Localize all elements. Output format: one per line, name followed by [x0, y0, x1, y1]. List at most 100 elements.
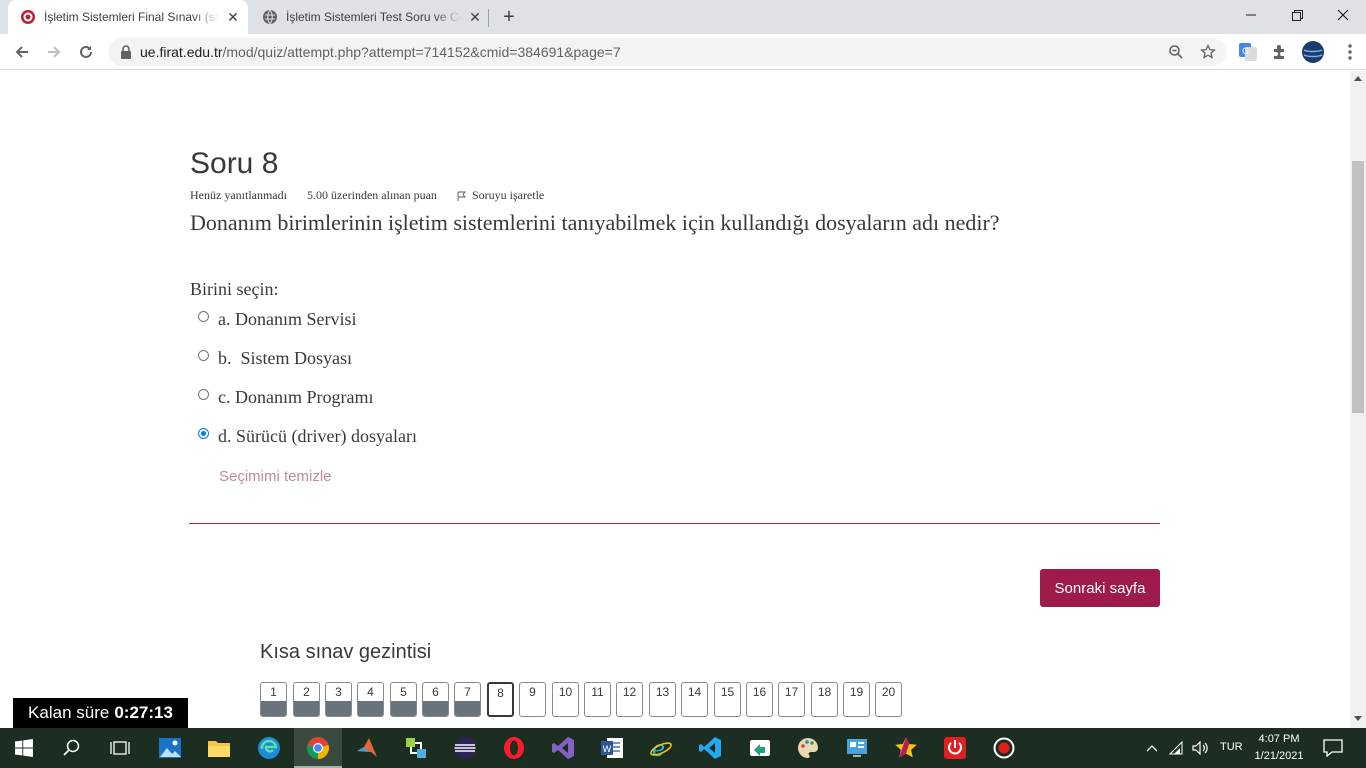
answer-label-d[interactable]: d. Sürücü (driver) dosyaları — [218, 426, 417, 447]
answer-option-c[interactable]: c. Donanım Programı — [198, 385, 373, 409]
menu-kebab-icon[interactable] — [1340, 42, 1360, 62]
svg-text:G: G — [1242, 47, 1249, 57]
new-tab-button[interactable]: + — [498, 6, 520, 28]
quiz-nav-page-8[interactable]: 8 — [487, 682, 514, 717]
power-app-icon[interactable] — [943, 736, 967, 760]
task-view-icon[interactable] — [108, 736, 132, 760]
restore-icon[interactable] — [1274, 0, 1320, 30]
opera-icon[interactable] — [502, 736, 526, 760]
quiz-nav-page-number: 12 — [622, 685, 637, 699]
address-bar[interactable]: ue.firat.edu.tr/mod/quiz/attempt.php?att… — [108, 38, 1226, 66]
answer-label-b[interactable]: b. Sistem Dosyası — [218, 348, 352, 369]
wifi-icon[interactable] — [1168, 736, 1188, 760]
quiz-nav-page-12[interactable]: 12 — [616, 682, 643, 717]
quiz-nav-page-number: 5 — [400, 685, 407, 699]
star-app-icon[interactable] — [894, 736, 918, 760]
quiz-nav-page-1[interactable]: 1 — [260, 682, 287, 717]
share-app-icon[interactable] — [748, 736, 772, 760]
flag-question-link[interactable]: Soruyu işaretle — [457, 188, 564, 203]
quiz-nav-page-number: 2 — [303, 685, 310, 699]
quiz-nav-page-17[interactable]: 17 — [778, 682, 805, 717]
answer-label-c[interactable]: c. Donanım Programı — [218, 387, 373, 408]
question-status: Henüz yanıtlanmadı — [190, 188, 287, 202]
quiz-nav-page-3[interactable]: 3 — [325, 682, 352, 717]
control-panel-icon[interactable] — [845, 736, 869, 760]
answer-option-a[interactable]: a. Donanım Servisi — [198, 307, 356, 331]
lock-icon[interactable] — [120, 45, 132, 59]
clear-choice-link[interactable]: Seçimimi temizle — [219, 468, 332, 485]
quiz-nav-page-19[interactable]: 19 — [843, 682, 870, 717]
close-tab-icon[interactable]: ✕ — [225, 9, 241, 25]
edge-browser-icon[interactable] — [257, 736, 281, 760]
quiz-nav-page-5[interactable]: 5 — [390, 682, 417, 717]
close-tab-icon[interactable]: ✕ — [467, 9, 483, 25]
quiz-nav-page-11[interactable]: 11 — [584, 682, 611, 717]
bookmark-star-icon[interactable] — [1200, 44, 1216, 60]
quiz-nav-page-number: 6 — [432, 685, 439, 699]
radio-b[interactable] — [198, 349, 209, 361]
extensions-puzzle-icon[interactable] — [1270, 42, 1290, 62]
network-tool-icon[interactable] — [404, 736, 428, 760]
paint-palette-icon[interactable] — [796, 736, 820, 760]
quiz-nav-page-16[interactable]: 16 — [746, 682, 773, 717]
quiz-nav-page-4[interactable]: 4 — [357, 682, 384, 717]
search-icon[interactable] — [60, 736, 84, 760]
clock-time: 4:07 PM — [1258, 733, 1300, 745]
screen-recorder-icon[interactable] — [992, 736, 1016, 760]
back-icon[interactable] — [8, 38, 36, 66]
windows-start-icon[interactable] — [12, 736, 36, 760]
tab-separator — [488, 9, 489, 27]
scrollbar-thumb[interactable] — [1352, 161, 1364, 413]
quiz-nav-page-2[interactable]: 2 — [293, 682, 320, 717]
next-page-button[interactable]: Sonraki sayfa — [1040, 569, 1160, 607]
page-scrollbar[interactable] — [1350, 71, 1366, 728]
radio-d[interactable] — [198, 427, 209, 439]
minimize-icon[interactable] — [1228, 0, 1274, 30]
zoom-icon[interactable] — [1168, 44, 1184, 60]
quiz-nav-page-10[interactable]: 10 — [552, 682, 579, 717]
quiz-nav-page-20[interactable]: 20 — [875, 682, 902, 717]
timer-value: 0:27:13 — [114, 703, 173, 722]
quiz-nav-page-7[interactable]: 7 — [454, 682, 481, 717]
quiz-nav-page-15[interactable]: 15 — [714, 682, 741, 717]
profile-avatar[interactable] — [1301, 40, 1325, 64]
input-language[interactable]: TUR — [1220, 741, 1243, 753]
quiz-nav-page-13[interactable]: 13 — [649, 682, 676, 717]
file-explorer-icon[interactable] — [207, 736, 231, 760]
eclipse-icon[interactable] — [453, 736, 477, 760]
quiz-nav-page-18[interactable]: 18 — [811, 682, 838, 717]
matlab-icon[interactable] — [355, 736, 379, 760]
tab-strip: İşletim Sistemleri Final Sınavı (say ✕ İ… — [0, 0, 1366, 34]
internet-explorer-icon[interactable]: e — [649, 736, 673, 760]
quiz-nav-page-6[interactable]: 6 — [422, 682, 449, 717]
quiz-nav-page-14[interactable]: 14 — [681, 682, 708, 717]
scroll-down-icon[interactable] — [1354, 716, 1362, 721]
word-icon[interactable]: W — [600, 736, 624, 760]
volume-icon[interactable] — [1191, 736, 1211, 760]
tab-test-questions[interactable]: İşletim Sistemleri Test Soru ve Ce ✕ — [250, 0, 490, 34]
tab-quiz[interactable]: İşletim Sistemleri Final Sınavı (say ✕ — [8, 0, 248, 34]
reload-icon[interactable] — [72, 38, 100, 66]
visual-studio-icon[interactable] — [551, 736, 575, 760]
radio-a[interactable] — [198, 310, 209, 322]
close-window-icon[interactable] — [1320, 0, 1366, 30]
answer-option-d[interactable]: d. Sürücü (driver) dosyaları — [198, 424, 417, 448]
answer-prompt: Birini seçin: — [190, 279, 279, 299]
scroll-up-icon[interactable] — [1354, 76, 1362, 81]
answer-option-b[interactable]: b. Sistem Dosyası — [198, 346, 352, 370]
notifications-icon[interactable] — [1321, 736, 1345, 760]
quiz-nav-page-number: 4 — [367, 685, 374, 699]
vscode-icon[interactable] — [698, 736, 722, 760]
answer-label-a[interactable]: a. Donanım Servisi — [218, 309, 356, 330]
tray-chevron-up-icon[interactable] — [1144, 736, 1160, 760]
chrome-icon[interactable] — [306, 736, 330, 760]
divider — [189, 523, 1160, 524]
photos-app-icon[interactable] — [158, 736, 182, 760]
url-path: /mod/quiz/attempt.php?attempt=714152&cmi… — [222, 44, 621, 60]
url-text[interactable]: ue.firat.edu.tr/mod/quiz/attempt.php?att… — [140, 44, 621, 60]
radio-c[interactable] — [198, 388, 209, 400]
google-translate-icon[interactable]: G — [1238, 42, 1258, 62]
clock[interactable]: 4:07 PM 1/21/2021 — [1248, 731, 1310, 765]
forward-icon[interactable] — [40, 38, 68, 66]
quiz-nav-page-9[interactable]: 9 — [519, 682, 546, 717]
